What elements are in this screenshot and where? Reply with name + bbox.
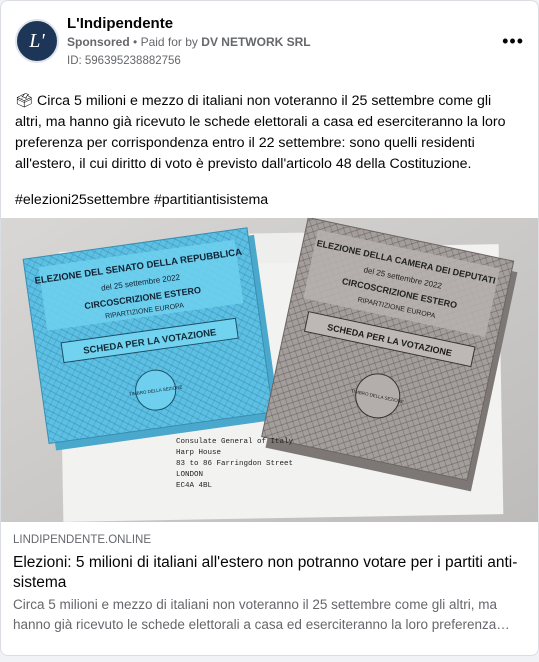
address-line: Harp House [176,449,221,457]
sponsor-line: Sponsored • Paid for by DV NETWORK SRL [67,35,311,49]
link-description: Circa 5 milioni e mezzo di italiani non … [13,597,510,632]
address-line: EC4A 4BL [176,482,213,490]
link-domain: LINDIPENDENTE.ONLINE [13,534,152,546]
address-line: 83 to 86 Farringdon Street [176,460,293,468]
hashtag-link[interactable]: #elezioni25settembre [15,192,150,208]
avatar-logo-text: L' [29,29,45,52]
more-options-button[interactable]: ••• [502,31,524,52]
post-body-text: 🗳 Circa 5 milioni e mezzo di italiani no… [15,93,506,172]
link-preview[interactable]: LINDIPENDENTE.ONLINE Elezioni: 5 milioni… [1,522,538,655]
post-image[interactable]: ELEZIONE DEL SENATO DELLA REPUBBLICA del… [1,218,538,522]
page-avatar[interactable]: L' [15,19,59,63]
post-hashtags: #elezioni25settembre #partitiantisistema [15,192,268,208]
ad-id: ID: 596395238882756 [67,55,181,67]
hashtag-link[interactable]: #partitiantisistema [154,192,268,208]
paid-for-label: Paid for by [140,35,198,49]
sponsored-label: Sponsored [67,35,130,49]
post-header: L' L'Indipendente Sponsored • Paid for b… [15,15,524,71]
sponsored-post-card: L' L'Indipendente Sponsored • Paid for b… [0,0,539,656]
address-line: LONDON [176,471,203,479]
payer-name: DV NETWORK SRL [201,35,311,49]
link-title[interactable]: Elezioni: 5 milioni di italiani all'este… [13,553,518,593]
separator-dot: • [133,35,138,49]
address-line: Consulate General of Italy [176,438,294,446]
senate-ballot: ELEZIONE DEL SENATO DELLA REPUBBLICA del… [22,227,280,451]
page-name-link[interactable]: L'Indipendente [67,15,173,32]
